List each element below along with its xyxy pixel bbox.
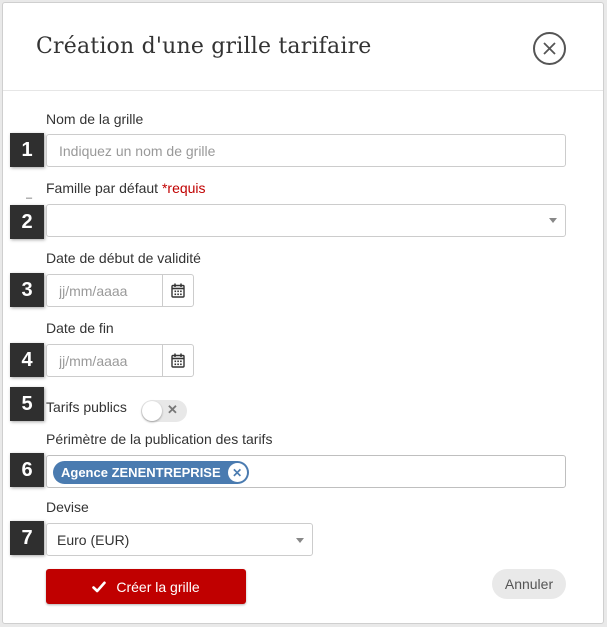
scope-tag-label: Agence ZENENTREPRISE: [61, 465, 221, 480]
cancel-label: Annuler: [504, 576, 554, 592]
currency-value: Euro (EUR): [57, 531, 130, 548]
chevron-down-icon: [296, 538, 304, 543]
price-grid-dialog: Création d'une grille tarifaire Nom de l…: [2, 2, 604, 624]
currency-label: Devise: [46, 499, 89, 515]
remove-tag-icon[interactable]: ✕: [227, 463, 247, 482]
required-marker: *requis: [161, 180, 206, 196]
step-badge-1: 1: [10, 133, 44, 167]
start-date-label: Date de début de validité: [46, 250, 201, 266]
calendar-icon[interactable]: [162, 275, 193, 306]
create-grid-button[interactable]: Créer la grille: [46, 569, 246, 604]
close-icon[interactable]: [533, 32, 566, 65]
grid-name-label: Nom de la grille: [46, 111, 144, 127]
start-date-input[interactable]: [47, 275, 162, 306]
dialog-title: Création d'une grille tarifaire: [36, 34, 372, 59]
step-badge-6: 6: [10, 453, 44, 487]
decorative-dash: –: [26, 192, 33, 204]
toggle-knob: [142, 401, 162, 421]
cancel-button[interactable]: Annuler: [492, 569, 566, 599]
calendar-icon[interactable]: [162, 345, 193, 376]
end-date-input[interactable]: [47, 345, 162, 376]
public-rates-label: Tarifs publics: [46, 399, 127, 415]
step-badge-7: 7: [10, 521, 44, 555]
default-family-label: Famille par défaut *requis: [46, 180, 206, 196]
create-grid-label: Créer la grille: [116, 578, 200, 595]
check-icon: [92, 580, 107, 592]
currency-select[interactable]: Euro (EUR): [46, 523, 313, 556]
public-rates-toggle[interactable]: ✕: [141, 400, 187, 422]
default-family-select[interactable]: [46, 204, 566, 237]
grid-name-field-wrapper: [46, 134, 566, 167]
step-badge-5: 5: [10, 387, 44, 421]
step-badge-2: 2: [10, 205, 44, 239]
scope-tag: Agence ZENENTREPRISE ✕: [53, 461, 249, 484]
default-family-label-text: Famille par défaut: [46, 180, 159, 196]
chevron-down-icon: [549, 218, 557, 223]
step-badge-4: 4: [10, 343, 44, 377]
grid-name-input[interactable]: [47, 135, 565, 166]
end-date-group: [46, 344, 194, 377]
publication-scope-input[interactable]: Agence ZENENTREPRISE ✕: [46, 455, 566, 488]
step-badge-3: 3: [10, 273, 44, 307]
end-date-label: Date de fin: [46, 320, 114, 336]
start-date-group: [46, 274, 194, 307]
dialog-header: Création d'une grille tarifaire: [3, 3, 603, 91]
publication-scope-label: Périmètre de la publication des tarifs: [46, 431, 273, 447]
toggle-off-icon: ✕: [167, 402, 178, 417]
